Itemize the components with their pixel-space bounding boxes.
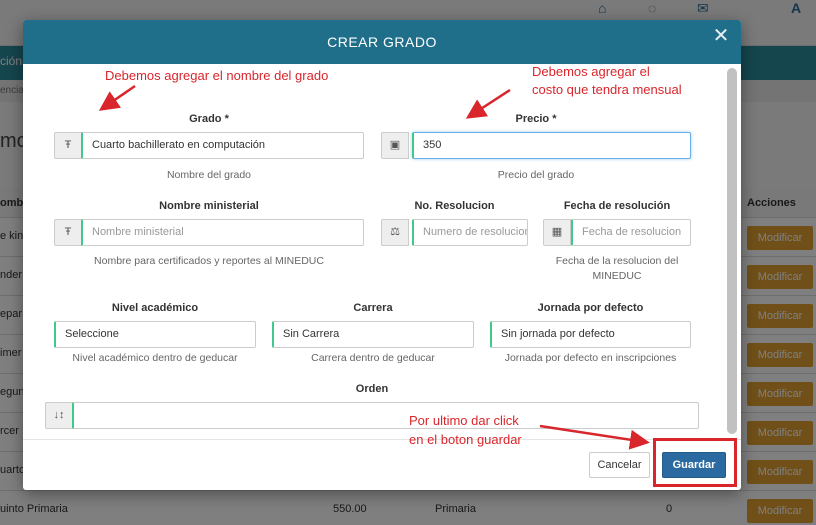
orden-input[interactable]: [72, 402, 699, 429]
sort-icon: ↓↕: [45, 402, 73, 429]
save-highlight-box: [653, 438, 737, 487]
modal-header: CREAR GRADO ✕: [23, 20, 741, 64]
calendar-icon: ▦: [543, 219, 571, 246]
jornada-select[interactable]: Sin jornada por defecto: [490, 321, 691, 348]
precio-help: Precio del grado: [497, 169, 575, 181]
annotation-save-line2: en el boton guardar: [409, 432, 522, 447]
nombre-ministerial-input[interactable]: Nombre ministerial: [81, 219, 364, 246]
scale-icon: ⚖: [381, 219, 409, 246]
grado-help: Nombre del grado: [166, 169, 252, 181]
text-icon: Ŧ: [54, 219, 82, 246]
nivel-academico-help: Nivel académico dentro de geducar: [72, 352, 238, 364]
modal-footer: Cancelar Guardar: [23, 439, 741, 490]
annotation-save-line1: Por ultimo dar click: [409, 413, 519, 428]
cancel-button[interactable]: Cancelar: [589, 452, 650, 478]
annotation-price-line2: costo que tendra mensual: [532, 82, 682, 97]
grado-label: Grado *: [189, 113, 229, 125]
orden-label: Orden: [355, 383, 389, 395]
fecha-resolucion-help: Fecha de la resolucion del MINEDUC: [543, 254, 691, 284]
modal-body: Grado * Ŧ Cuarto bachillerato en computa…: [23, 64, 741, 439]
no-resolucion-input[interactable]: Numero de resolucion: [412, 219, 528, 246]
text-icon: Ŧ: [54, 132, 82, 159]
scroll-thumb[interactable]: [727, 68, 737, 434]
nombre-ministerial-label: Nombre ministerial: [159, 200, 259, 212]
precio-label: Precio *: [515, 113, 557, 125]
modal-title: CREAR GRADO: [327, 34, 437, 50]
carrera-select[interactable]: Sin Carrera: [272, 321, 474, 348]
precio-input[interactable]: 350: [412, 132, 691, 159]
fecha-resolucion-input[interactable]: Fecha de resolucion: [571, 219, 691, 246]
nivel-academico-label: Nivel académico: [111, 302, 199, 314]
modal-scrollbar[interactable]: [727, 68, 737, 434]
fecha-resolucion-help-line2: MINEDUC: [592, 270, 642, 282]
fecha-resolucion-label: Fecha de resolución: [563, 200, 671, 212]
fecha-resolucion-help-line1: Fecha de la resolucion del: [555, 255, 679, 267]
nivel-academico-select[interactable]: Seleccione: [54, 321, 256, 348]
carrera-label: Carrera: [353, 302, 393, 314]
jornada-label: Jornada por defecto: [537, 302, 644, 314]
annotation-price-line1: Debemos agregar el: [532, 64, 650, 79]
money-icon: ▣: [381, 132, 409, 159]
carrera-help: Carrera dentro de geducar: [311, 352, 435, 364]
jornada-help: Jornada por defecto en inscripciones: [504, 352, 677, 364]
annotation-name: Debemos agregar el nombre del grado: [105, 68, 329, 83]
nombre-ministerial-help: Nombre para certificados y reportes al M…: [94, 255, 324, 267]
grado-input[interactable]: Cuarto bachillerato en computación: [81, 132, 364, 159]
no-resolucion-label: No. Resolucion: [414, 200, 495, 212]
close-icon[interactable]: ✕: [711, 26, 731, 46]
